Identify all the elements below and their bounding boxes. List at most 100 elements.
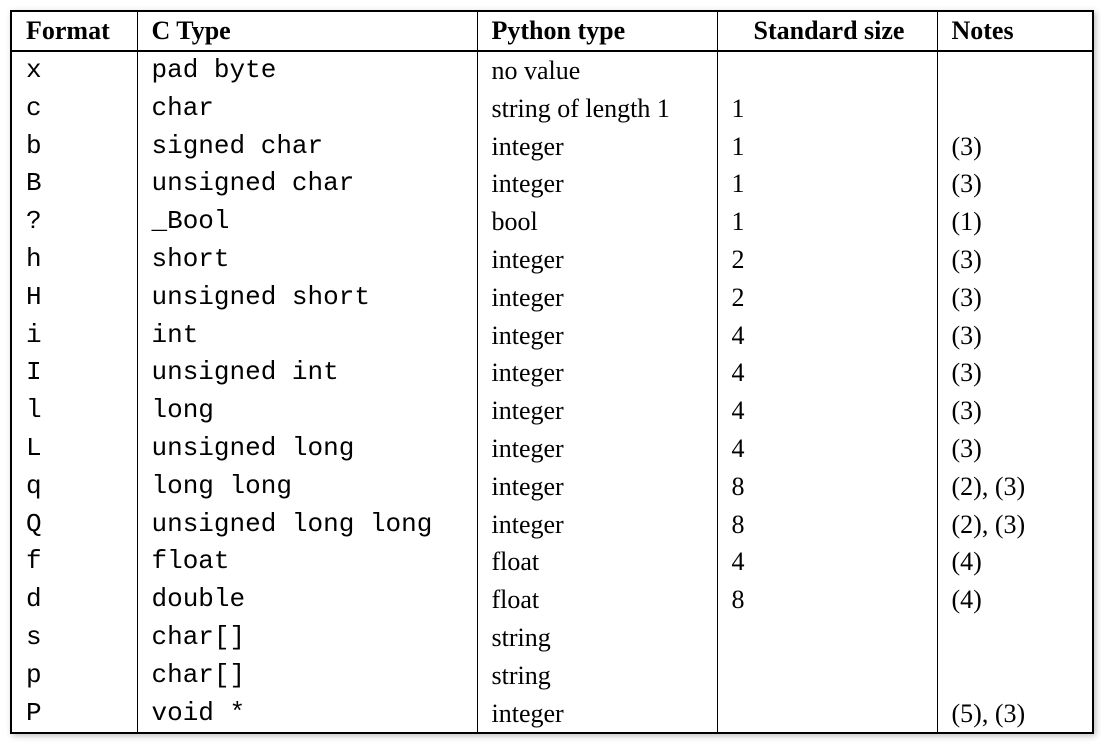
cell-format: f (12, 543, 137, 581)
cell-stdsize: 1 (717, 165, 937, 203)
cell-notes: (3) (937, 279, 1092, 317)
cell-notes: (3) (937, 165, 1092, 203)
cell-pytype: float (477, 543, 717, 581)
cell-ctype: char (137, 90, 477, 128)
cell-pytype: integer (477, 279, 717, 317)
cell-format: Q (12, 506, 137, 544)
table-row: Hunsigned shortinteger2(3) (12, 279, 1092, 317)
cell-ctype: unsigned char (137, 165, 477, 203)
cell-ctype: unsigned short (137, 279, 477, 317)
cell-stdsize: 8 (717, 506, 937, 544)
cell-pytype: integer (477, 165, 717, 203)
table-row: Lunsigned longinteger4(3) (12, 430, 1092, 468)
cell-notes: (4) (937, 581, 1092, 619)
cell-stdsize: 1 (717, 203, 937, 241)
cell-stdsize (717, 695, 937, 733)
table-row: llonginteger4(3) (12, 392, 1092, 430)
cell-pytype: no value (477, 51, 717, 90)
cell-format: c (12, 90, 137, 128)
table: Format C Type Python type Standard size … (12, 12, 1092, 732)
cell-ctype: unsigned long (137, 430, 477, 468)
table-row: ffloatfloat4(4) (12, 543, 1092, 581)
cell-stdsize: 8 (717, 468, 937, 506)
cell-stdsize: 4 (717, 354, 937, 392)
cell-stdsize (717, 51, 937, 90)
cell-notes (937, 51, 1092, 90)
cell-ctype: _Bool (137, 203, 477, 241)
cell-ctype: unsigned long long (137, 506, 477, 544)
cell-pytype: integer (477, 354, 717, 392)
cell-ctype: long (137, 392, 477, 430)
cell-stdsize: 4 (717, 392, 937, 430)
cell-format: d (12, 581, 137, 619)
table-row: bsigned charinteger1(3) (12, 128, 1092, 166)
cell-notes: (2), (3) (937, 468, 1092, 506)
table-row: xpad byteno value (12, 51, 1092, 90)
cell-format: s (12, 619, 137, 657)
cell-pytype: integer (477, 430, 717, 468)
cell-format: I (12, 354, 137, 392)
cell-stdsize: 1 (717, 90, 937, 128)
table-row: pchar[]string (12, 657, 1092, 695)
cell-notes: (4) (937, 543, 1092, 581)
header-stdsize: Standard size (717, 12, 937, 51)
cell-notes (937, 90, 1092, 128)
table-row: Bunsigned charinteger1(3) (12, 165, 1092, 203)
cell-pytype: integer (477, 241, 717, 279)
cell-stdsize: 2 (717, 279, 937, 317)
cell-notes: (1) (937, 203, 1092, 241)
cell-format: p (12, 657, 137, 695)
cell-format: h (12, 241, 137, 279)
header-notes: Notes (937, 12, 1092, 51)
cell-stdsize: 4 (717, 430, 937, 468)
cell-pytype: integer (477, 506, 717, 544)
table-row: ccharstring of length 11 (12, 90, 1092, 128)
cell-notes: (5), (3) (937, 695, 1092, 733)
cell-ctype: void * (137, 695, 477, 733)
table-row: iintinteger4(3) (12, 317, 1092, 355)
cell-ctype: long long (137, 468, 477, 506)
cell-notes: (3) (937, 317, 1092, 355)
table-row: ddoublefloat8(4) (12, 581, 1092, 619)
table-row: hshortinteger2(3) (12, 241, 1092, 279)
cell-ctype: short (137, 241, 477, 279)
cell-notes (937, 619, 1092, 657)
cell-pytype: integer (477, 128, 717, 166)
cell-notes: (3) (937, 241, 1092, 279)
cell-format: l (12, 392, 137, 430)
cell-ctype: double (137, 581, 477, 619)
cell-pytype: integer (477, 468, 717, 506)
cell-pytype: bool (477, 203, 717, 241)
table-row: schar[]string (12, 619, 1092, 657)
cell-stdsize: 4 (717, 543, 937, 581)
cell-format: q (12, 468, 137, 506)
cell-format: i (12, 317, 137, 355)
cell-notes: (3) (937, 392, 1092, 430)
cell-notes: (2), (3) (937, 506, 1092, 544)
cell-stdsize: 2 (717, 241, 937, 279)
table-row: qlong longinteger8(2), (3) (12, 468, 1092, 506)
table-row: Qunsigned long longinteger8(2), (3) (12, 506, 1092, 544)
table-head: Format C Type Python type Standard size … (12, 12, 1092, 51)
header-pytype: Python type (477, 12, 717, 51)
cell-format: b (12, 128, 137, 166)
cell-ctype: char[] (137, 657, 477, 695)
cell-pytype: string (477, 657, 717, 695)
cell-notes: (3) (937, 430, 1092, 468)
cell-ctype: int (137, 317, 477, 355)
cell-format: x (12, 51, 137, 90)
cell-notes (937, 657, 1092, 695)
cell-format: ? (12, 203, 137, 241)
cell-stdsize (717, 619, 937, 657)
cell-pytype: string of length 1 (477, 90, 717, 128)
header-format: Format (12, 12, 137, 51)
cell-stdsize: 8 (717, 581, 937, 619)
cell-notes: (3) (937, 354, 1092, 392)
cell-format: P (12, 695, 137, 733)
cell-pytype: integer (477, 392, 717, 430)
cell-ctype: signed char (137, 128, 477, 166)
cell-pytype: string (477, 619, 717, 657)
cell-notes: (3) (937, 128, 1092, 166)
cell-stdsize: 4 (717, 317, 937, 355)
format-characters-table: Format C Type Python type Standard size … (10, 10, 1094, 734)
